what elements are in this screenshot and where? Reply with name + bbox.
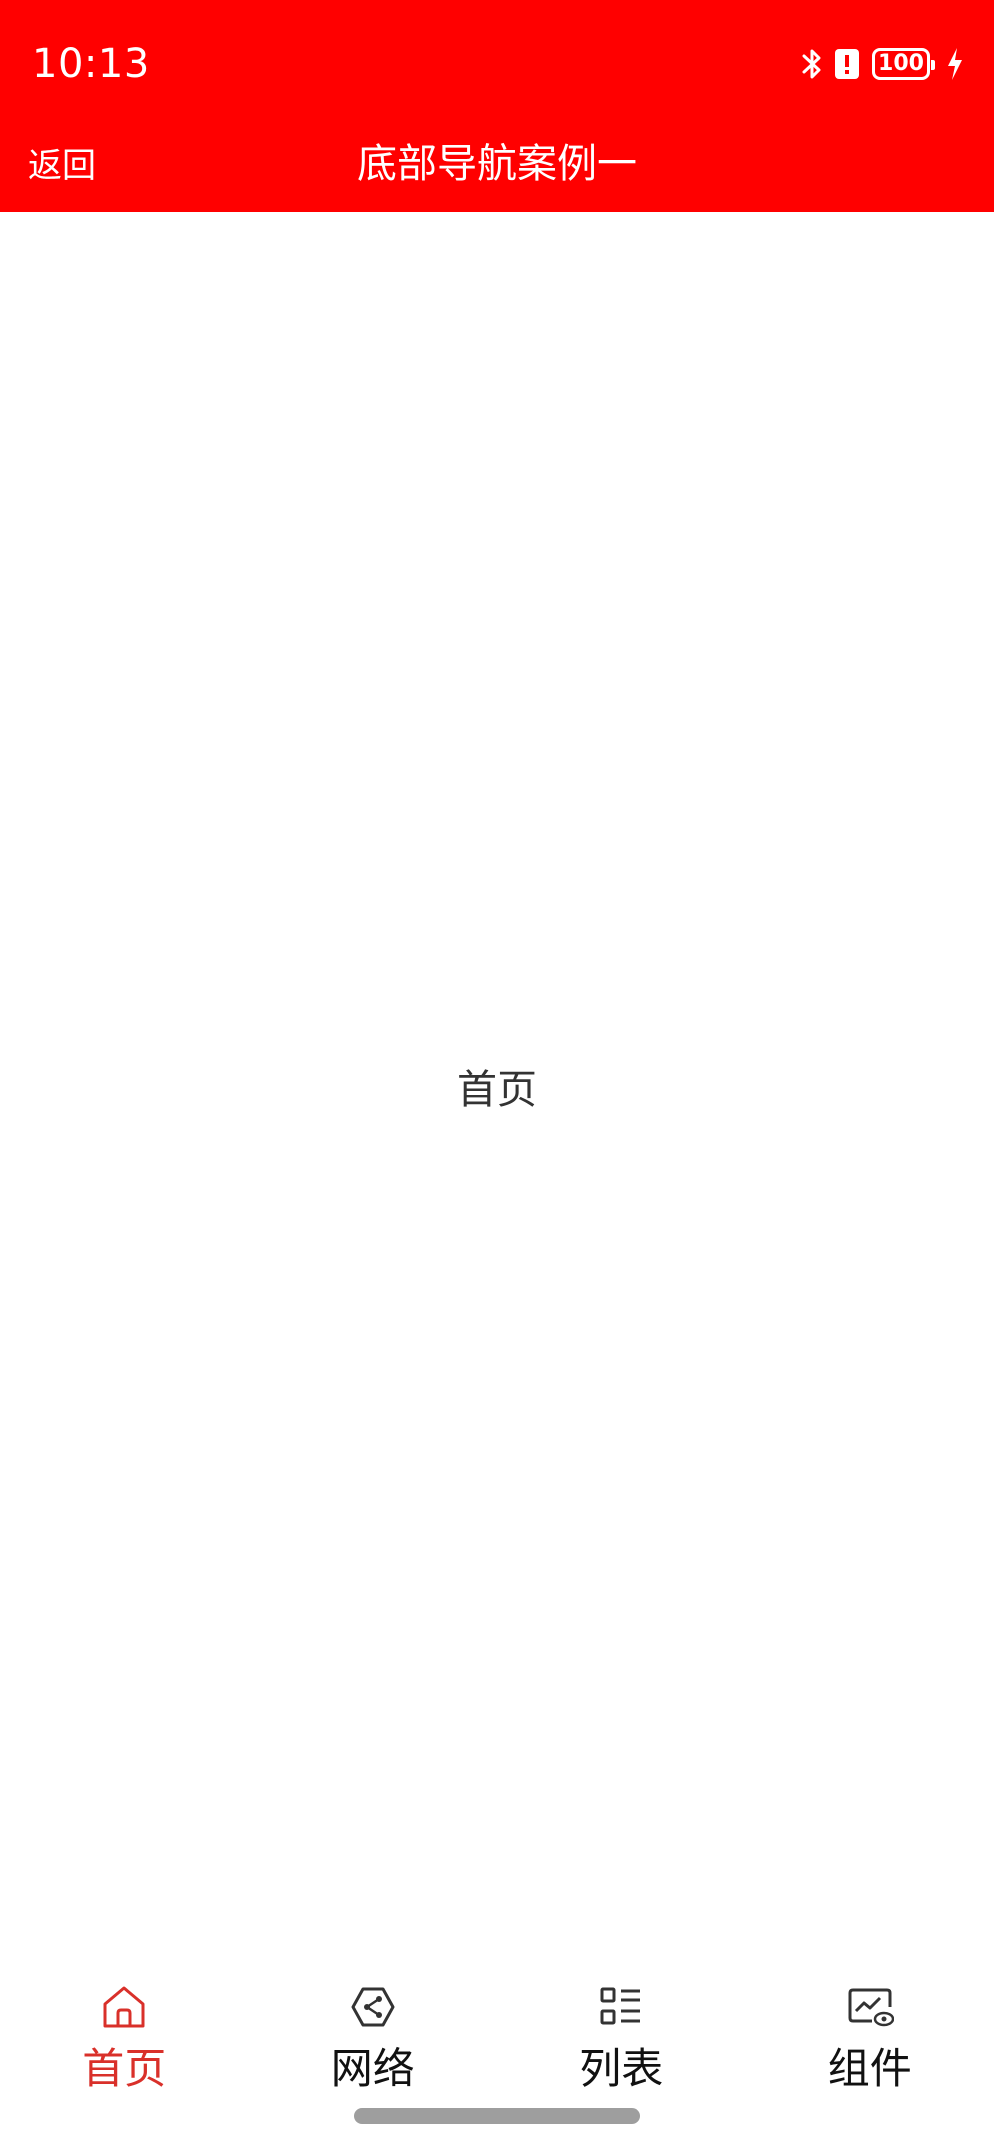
content-label: 首页 xyxy=(457,1067,537,1113)
status-bar: 10:13 100 xyxy=(0,0,994,124)
tab-label: 首页 xyxy=(82,2044,167,2093)
network-icon xyxy=(346,1980,400,2034)
tab-label: 组件 xyxy=(827,2044,912,2093)
tab-component[interactable]: 组件 xyxy=(746,1960,994,2100)
page-title: 底部导航案例一 xyxy=(357,141,637,187)
tab-list[interactable]: 列表 xyxy=(497,1960,746,2100)
app-screen: 10:13 100 底部导航案例一 返回 首页 首页 网络 列表 组件 xyxy=(0,0,994,2146)
charging-icon xyxy=(946,47,964,81)
home-icon xyxy=(97,1980,151,2034)
component-icon xyxy=(843,1980,897,2034)
tab-network[interactable]: 网络 xyxy=(249,1960,498,2100)
header: 10:13 100 底部导航案例一 返回 xyxy=(0,0,994,212)
main-content: 首页 xyxy=(0,212,994,1952)
list-icon xyxy=(594,1980,648,2034)
title-bar: 底部导航案例一 返回 xyxy=(0,124,994,212)
tab-home[interactable]: 首页 xyxy=(0,1960,249,2100)
bottom-tab-bar: 首页 网络 列表 组件 xyxy=(0,1960,994,2100)
battery-level: 100 xyxy=(878,51,924,76)
bluetooth-icon xyxy=(802,47,822,81)
tab-label: 列表 xyxy=(579,2044,664,2093)
status-icons: 100 xyxy=(802,44,964,84)
home-indicator[interactable] xyxy=(354,2108,640,2124)
battery-icon: 100 xyxy=(872,48,935,80)
status-time: 10:13 xyxy=(32,41,150,87)
back-button[interactable]: 返回 xyxy=(28,134,96,198)
tab-label: 网络 xyxy=(330,2044,415,2093)
alert-icon xyxy=(834,47,860,81)
